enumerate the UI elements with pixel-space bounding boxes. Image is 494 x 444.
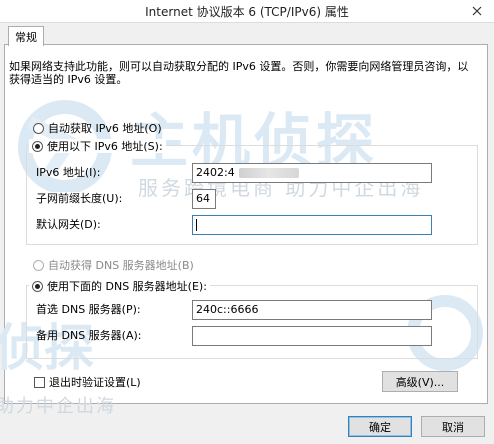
auto-dns-option[interactable]: 自动获得 DNS 服务器地址(B) [33,258,194,272]
tab-general-label: 常规 [15,30,37,44]
manual-dns-option[interactable]: 使用下面的 DNS 服务器地址(E): [29,279,210,293]
alternate-dns-label: 备用 DNS 服务器(A): [36,329,142,342]
prefix-length-input[interactable]: 64 [192,189,216,209]
preferred-dns-label: 首选 DNS 服务器(P): [36,303,141,316]
auto-ipv6-radio[interactable] [33,122,44,134]
close-icon [472,6,482,16]
cancel-button-label: 取消 [442,420,464,434]
default-gateway-input[interactable] [192,215,432,235]
manual-dns-group [26,285,478,359]
cancel-button[interactable]: 取消 [421,416,485,437]
text-caret [196,219,197,231]
auto-ipv6-label: 自动获取 IPv6 地址(O) [48,122,162,135]
window-title: Internet 协议版本 6 (TCP/IPv6) 属性 [145,5,349,19]
preferred-dns-input[interactable]: 240c::6666 [192,300,432,320]
manual-dns-label: 使用下面的 DNS 服务器地址(E): [47,280,207,293]
title-bar: Internet 协议版本 6 (TCP/IPv6) 属性 [0,0,494,23]
manual-dns-radio[interactable] [32,280,43,292]
prefix-length-value: 64 [196,192,210,205]
close-button[interactable] [466,3,488,19]
manual-ipv6-label: 使用以下 IPv6 地址(S): [47,140,163,153]
prefix-length-label: 子网前缀长度(U): [36,192,123,205]
ok-button-label: 确定 [369,420,391,434]
alternate-dns-input[interactable] [192,326,432,346]
advanced-button-label: 高级(V)... [395,375,445,389]
manual-ipv6-radio[interactable] [32,140,43,152]
redacted-address [238,168,299,178]
description-text: 如果网络支持此功能，则可以自动获取分配的 IPv6 设置。否则，你需要向网络管理… [9,60,469,86]
auto-dns-label: 自动获得 DNS 服务器地址(B) [48,259,194,272]
validate-on-exit-option[interactable]: 退出时验证设置(L) [34,375,141,389]
auto-ipv6-option[interactable]: 自动获取 IPv6 地址(O) [33,121,162,135]
tab-general[interactable]: 常规 [8,26,44,46]
ipv6-address-label: IPv6 地址(I): [36,166,101,179]
ok-button[interactable]: 确定 [348,416,412,437]
validate-on-exit-checkbox[interactable] [34,376,45,388]
auto-dns-radio[interactable] [33,259,44,271]
manual-ipv6-option[interactable]: 使用以下 IPv6 地址(S): [29,139,166,153]
default-gateway-label: 默认网关(D): [36,218,101,231]
ipv6-address-value: 2402:4 [196,166,235,179]
preferred-dns-value: 240c::6666 [196,303,259,316]
advanced-button[interactable]: 高级(V)... [382,371,458,392]
validate-on-exit-label: 退出时验证设置(L) [49,376,141,389]
ipv6-address-input[interactable]: 2402:4 [192,163,432,183]
